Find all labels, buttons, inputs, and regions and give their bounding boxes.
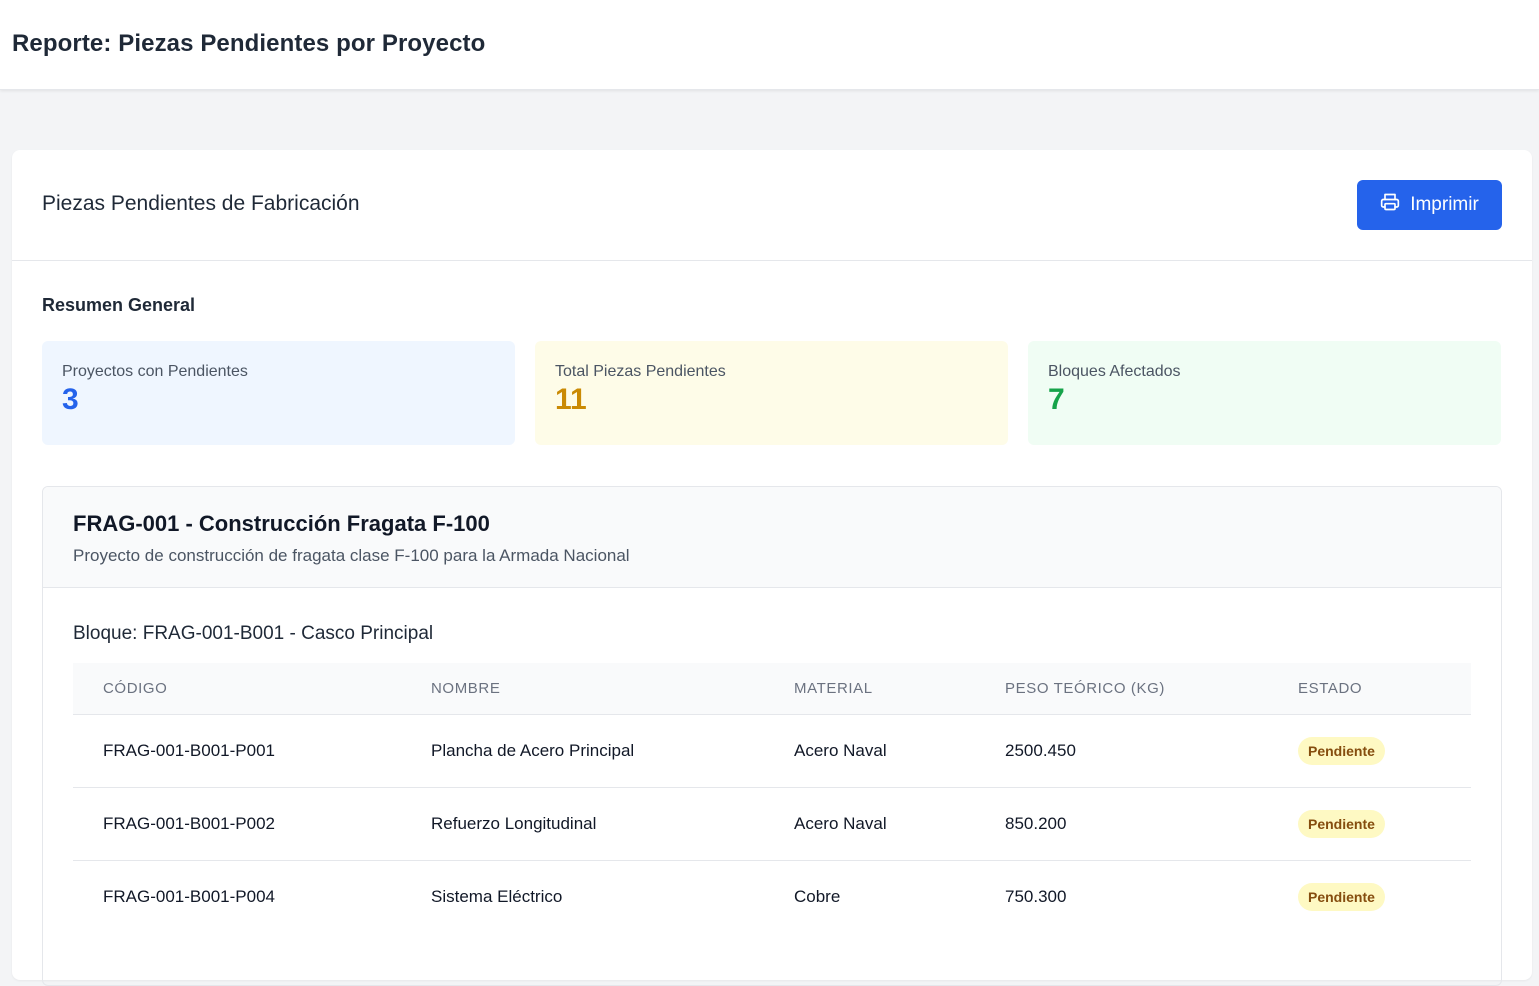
cell-codigo: FRAG-001-B001-P004	[103, 886, 275, 906]
stat-value: 11	[555, 383, 587, 416]
cell-material: Acero Naval	[764, 787, 975, 861]
cell-peso: 2500.450	[975, 714, 1268, 788]
stat-label: Total Piezas Pendientes	[555, 363, 726, 380]
stat-label: Proyectos con Pendientes	[62, 363, 248, 380]
status-badge: Pendiente	[1298, 809, 1385, 838]
project-header: FRAG-001 - Construcción Fragata F-100 Pr…	[43, 487, 1501, 588]
stat-value: 7	[1048, 383, 1065, 416]
top-header: Reporte: Piezas Pendientes por Proyecto	[0, 0, 1539, 90]
page-title: Reporte: Piezas Pendientes por Proyecto	[12, 30, 486, 57]
cell-codigo: FRAG-001-B001-P001	[73, 714, 401, 788]
column-header-estado: Estado	[1268, 663, 1471, 715]
block-title: Bloque: FRAG-001-B001 - Casco Principal	[73, 623, 434, 644]
table-row: FRAG-001-B001-P001 Plancha de Acero Prin…	[73, 714, 1471, 788]
card-title: Piezas Pendientes de Fabricación	[42, 192, 360, 215]
cell-estado: Pendiente	[1268, 860, 1471, 933]
print-button[interactable]: Imprimir	[1357, 180, 1502, 230]
stat-value: 3	[62, 383, 79, 416]
cell-nombre: Sistema Eléctrico	[431, 886, 563, 906]
print-button-label: Imprimir	[1410, 194, 1479, 215]
table-header-row: Código Nombre Material Peso Teórico (kg)…	[73, 663, 1471, 715]
column-header-codigo: Código	[73, 663, 401, 715]
cell-peso: 750.300	[1005, 886, 1067, 906]
table-row: FRAG-001-B001-P002 Refuerzo Longitudinal…	[73, 787, 1471, 861]
status-badge: Pendiente	[1298, 736, 1385, 765]
printer-icon	[1380, 192, 1400, 218]
table-row: FRAG-001-B001-P004 Sistema Eléctrico Cob…	[73, 860, 1471, 933]
pieces-table: Código Nombre Material Peso Teórico (kg)…	[73, 663, 1471, 933]
cell-codigo: FRAG-001-B001-P002	[73, 787, 401, 861]
cell-material: Cobre	[794, 886, 841, 906]
column-header-material: Material	[764, 663, 975, 715]
cell-peso: 850.200	[975, 787, 1268, 861]
summary-title: Resumen General	[42, 295, 196, 315]
cell-estado: Pendiente	[1268, 714, 1471, 788]
project-title: FRAG-001 - Construcción Fragata F-100	[73, 511, 490, 536]
cell-material: Acero Naval	[764, 714, 975, 788]
project-description: Proyecto de construcción de fragata clas…	[73, 546, 630, 565]
stat-card-blocks: Bloques Afectados 7	[1028, 341, 1501, 445]
project-section: FRAG-001 - Construcción Fragata F-100 Pr…	[42, 486, 1502, 986]
stat-card-pieces: Total Piezas Pendientes 11	[535, 341, 1008, 445]
cell-estado: Pendiente	[1268, 787, 1471, 861]
stat-label: Bloques Afectados	[1048, 363, 1181, 380]
stat-card-projects: Proyectos con Pendientes 3	[42, 341, 515, 445]
report-card: Piezas Pendientes de Fabricación Imprimi…	[12, 150, 1532, 986]
card-header: Piezas Pendientes de Fabricación Imprimi…	[12, 150, 1532, 261]
column-header-nombre: Nombre	[401, 663, 764, 715]
cell-nombre: Refuerzo Longitudinal	[401, 787, 764, 861]
column-header-peso: Peso Teórico (kg)	[975, 663, 1268, 715]
status-badge: Pendiente	[1298, 882, 1385, 911]
cell-nombre: Plancha de Acero Principal	[401, 714, 764, 788]
